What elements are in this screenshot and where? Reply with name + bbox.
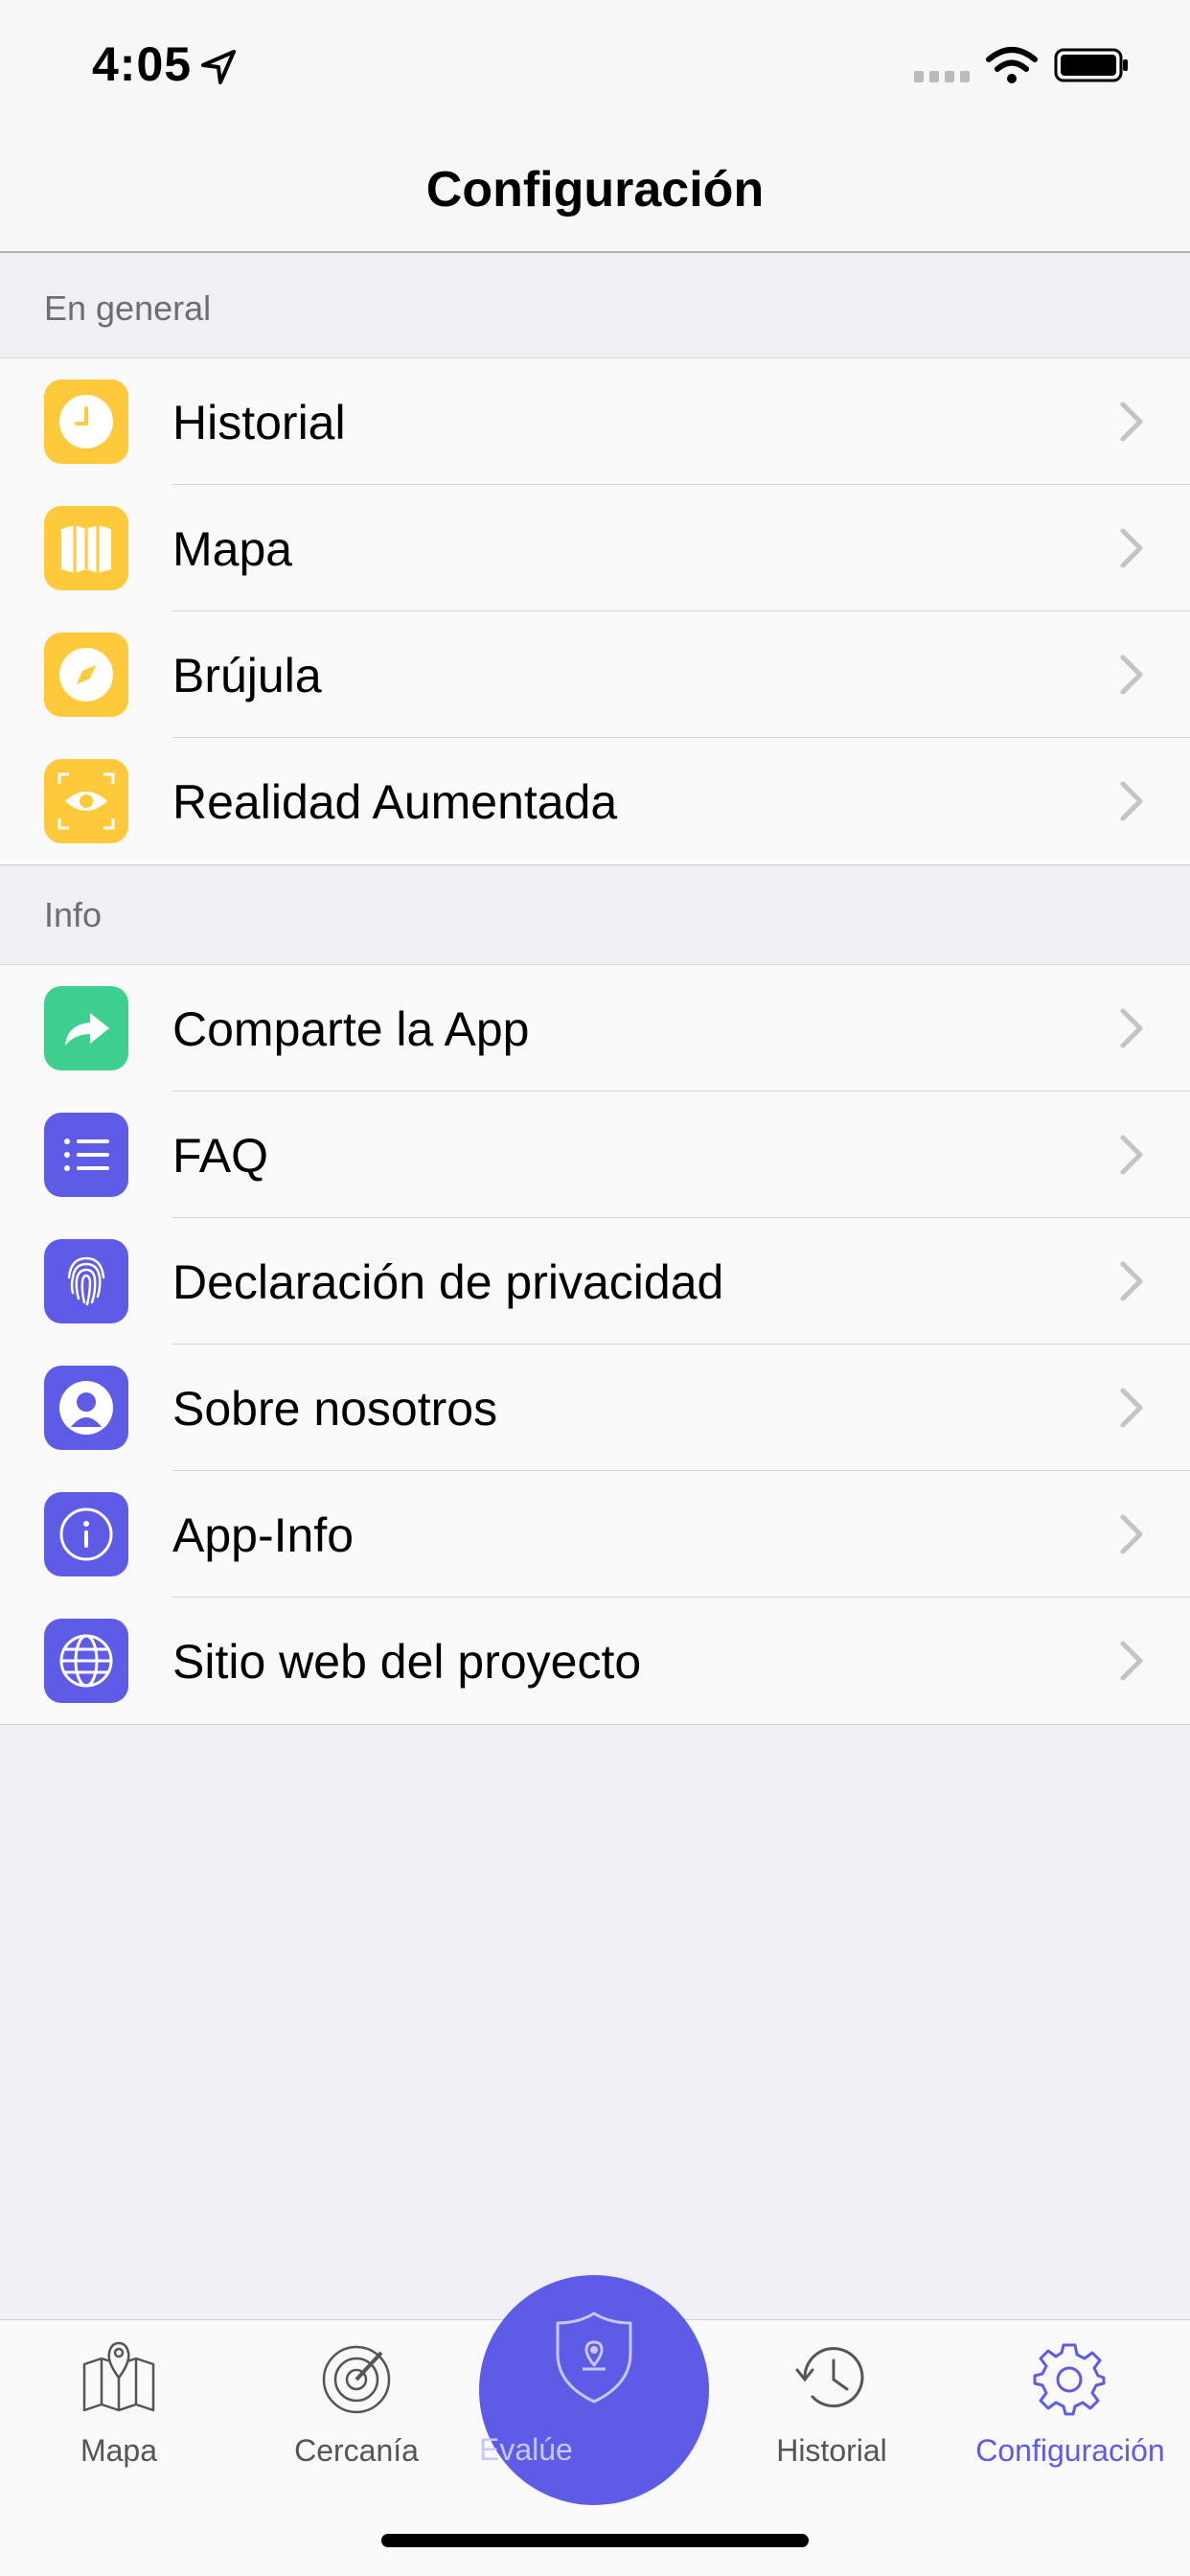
- map-pin-icon: [82, 2341, 155, 2412]
- chevron-right-icon: [1120, 1641, 1143, 1681]
- row-label: FAQ: [172, 1129, 269, 1183]
- tab-label: Historial: [776, 2433, 887, 2468]
- tab-label: Configuración: [975, 2433, 1165, 2468]
- navigation-bar: Configuración: [0, 134, 1190, 253]
- share-icon: [44, 986, 128, 1070]
- chevron-right-icon: [1120, 528, 1143, 568]
- map-icon: [44, 506, 128, 590]
- tab-cercania[interactable]: Cercanía: [238, 2320, 475, 2512]
- row-label: Comparte la App: [172, 1002, 530, 1056]
- status-bar: 4:05: [0, 0, 1190, 134]
- chevron-right-icon: [1120, 655, 1143, 695]
- settings-row-faq[interactable]: FAQ: [0, 1092, 1190, 1218]
- chevron-right-icon: [1120, 1008, 1143, 1048]
- clock-icon: [44, 380, 128, 464]
- fingerprint-icon: [44, 1239, 128, 1323]
- tab-mapa[interactable]: Mapa: [0, 2320, 238, 2512]
- settings-row-sitio-web[interactable]: Sitio web del proyecto: [0, 1598, 1190, 1724]
- chevron-right-icon: [1120, 1388, 1143, 1428]
- settings-group-info: Comparte la App FAQ Declaración de priva…: [0, 965, 1190, 1725]
- row-label: App-Info: [172, 1508, 355, 1562]
- row-label: Mapa: [172, 522, 293, 576]
- settings-group-general: Historial Mapa Brújula Realidad Aumentad…: [0, 358, 1190, 865]
- row-label: Sitio web del proyecto: [172, 1635, 642, 1689]
- settings-row-comparte[interactable]: Comparte la App: [0, 965, 1190, 1092]
- chevron-right-icon: [1120, 781, 1143, 821]
- settings-row-mapa[interactable]: Mapa: [0, 485, 1190, 611]
- tab-label: Evalúe: [479, 2432, 573, 2467]
- radar-icon: [322, 2345, 391, 2414]
- section-header-general: En general: [0, 255, 1190, 358]
- home-indicator: [381, 2534, 809, 2547]
- person-icon: [44, 1366, 128, 1450]
- settings-row-sobre-nosotros[interactable]: Sobre nosotros: [0, 1345, 1190, 1471]
- row-label: Sobre nosotros: [172, 1382, 498, 1436]
- tab-label: Mapa: [80, 2433, 158, 2468]
- settings-row-app-info[interactable]: App-Info: [0, 1471, 1190, 1598]
- location-arrow-icon: [201, 50, 236, 84]
- history-icon: [795, 2347, 864, 2408]
- info-icon: [44, 1492, 128, 1576]
- cellular-signal-icon: [914, 71, 970, 82]
- gear-icon: [1033, 2343, 1106, 2416]
- battery-icon: [1054, 48, 1128, 82]
- status-time: 4:05: [92, 37, 193, 91]
- row-label: Realidad Aumentada: [172, 775, 618, 829]
- row-label: Brújula: [172, 649, 322, 702]
- evalue-button[interactable]: Evalúe: [479, 2275, 709, 2505]
- page-title: Configuración: [425, 162, 765, 218]
- section-header-label: Info: [44, 895, 103, 934]
- section-header-info: Info: [0, 865, 1190, 965]
- chevron-right-icon: [1120, 1514, 1143, 1554]
- settings-row-historial[interactable]: Historial: [0, 358, 1190, 485]
- wifi-icon: [986, 47, 1038, 83]
- tab-historial[interactable]: Historial: [713, 2320, 950, 2512]
- section-header-label: En general: [44, 288, 212, 328]
- eye-icon: [44, 759, 128, 843]
- shield-icon: [556, 2312, 632, 2404]
- settings-row-brujula[interactable]: Brújula: [0, 611, 1190, 738]
- globe-icon: [44, 1619, 128, 1703]
- chevron-right-icon: [1120, 1261, 1143, 1301]
- tab-label: Cercanía: [294, 2433, 419, 2468]
- settings-row-privacidad[interactable]: Declaración de privacidad: [0, 1218, 1190, 1345]
- list-icon: [44, 1113, 128, 1197]
- row-label: Declaración de privacidad: [172, 1255, 724, 1309]
- row-label: Historial: [172, 396, 346, 449]
- chevron-right-icon: [1120, 402, 1143, 442]
- tab-configuracion[interactable]: Configuración: [950, 2320, 1190, 2512]
- settings-row-realidad-aumentada[interactable]: Realidad Aumentada: [0, 738, 1190, 864]
- compass-icon: [44, 632, 128, 717]
- chevron-right-icon: [1120, 1135, 1143, 1175]
